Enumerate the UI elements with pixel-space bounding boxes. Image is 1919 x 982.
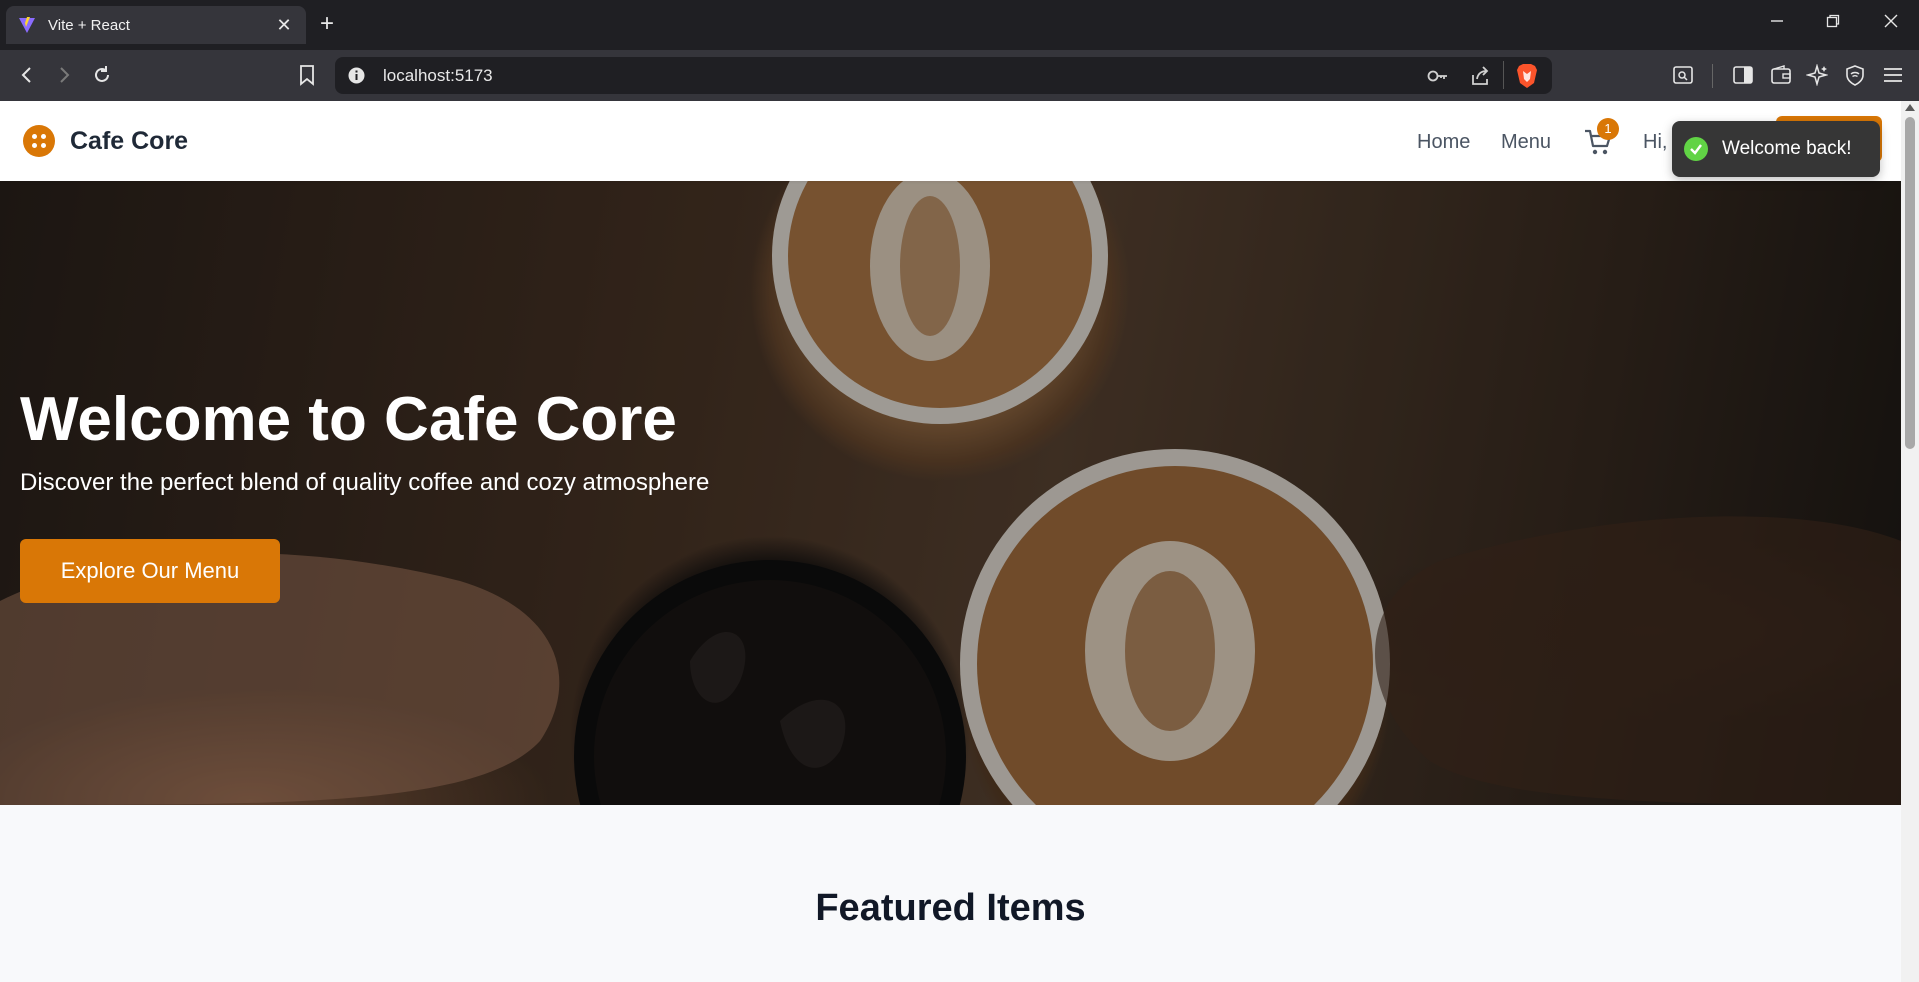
bookmark-icon[interactable] <box>294 62 320 88</box>
web-page: Welcome to Cafe Core Discover the perfec… <box>0 101 1901 982</box>
cart-count-badge: 1 <box>1597 118 1619 140</box>
site-navbar: Cafe Core Home Menu 1 Hi, <box>0 101 1901 181</box>
hero-section: Welcome to Cafe Core Discover the perfec… <box>0 181 1901 805</box>
explore-menu-button[interactable]: Explore Our Menu <box>20 539 280 603</box>
close-window-icon[interactable] <box>1884 12 1898 33</box>
coffee-logo-icon[interactable] <box>23 125 55 157</box>
menu-hamburger-icon[interactable] <box>1880 62 1906 88</box>
browser-tab[interactable]: Vite + React ✕ <box>6 6 306 44</box>
minimize-icon[interactable] <box>1770 12 1784 33</box>
share-icon[interactable] <box>1469 65 1491 92</box>
scrollbar-thumb[interactable] <box>1905 117 1915 449</box>
back-icon[interactable] <box>14 62 40 88</box>
hero-subtitle: Discover the perfect blend of quality co… <box>20 469 710 496</box>
wallet-icon[interactable] <box>1768 62 1794 88</box>
brave-shields-icon[interactable] <box>1515 63 1539 94</box>
browser-tab-strip: Vite + React ✕ + <box>0 0 1919 50</box>
tab-title: Vite + React <box>48 16 130 34</box>
vite-logo-icon <box>19 17 35 33</box>
address-bar[interactable]: localhost:5173 <box>335 57 1552 94</box>
restore-icon[interactable] <box>1826 12 1840 33</box>
check-circle-icon <box>1684 137 1708 161</box>
reader-mode-icon[interactable] <box>1670 62 1696 88</box>
welcome-toast: Welcome back! <box>1672 121 1880 177</box>
tab-close-icon[interactable]: ✕ <box>274 15 294 36</box>
toast-message: Welcome back! <box>1722 138 1852 159</box>
vpn-shield-icon[interactable] <box>1842 62 1868 88</box>
brand-name[interactable]: Cafe Core <box>70 127 188 156</box>
browser-toolbar: localhost:5173 <box>0 50 1919 101</box>
leo-ai-icon[interactable] <box>1804 62 1830 88</box>
scroll-up-icon[interactable] <box>1905 104 1915 111</box>
url-text: localhost:5173 <box>383 66 493 85</box>
site-info-icon[interactable] <box>347 66 366 90</box>
new-tab-button[interactable]: + <box>320 11 334 37</box>
address-divider <box>1503 61 1504 89</box>
forward-icon[interactable] <box>51 62 77 88</box>
hero-title: Welcome to Cafe Core <box>20 385 677 454</box>
reload-icon[interactable] <box>89 62 115 88</box>
sidebar-icon[interactable] <box>1730 62 1756 88</box>
user-greeting: Hi, <box>1643 131 1668 153</box>
page-scrollbar[interactable] <box>1901 101 1919 982</box>
nav-link-menu[interactable]: Menu <box>1501 131 1551 154</box>
nav-link-home[interactable]: Home <box>1417 131 1470 154</box>
featured-items-heading: Featured Items <box>815 887 1086 929</box>
password-key-icon[interactable] <box>1427 66 1449 91</box>
toolbar-divider <box>1712 64 1713 88</box>
